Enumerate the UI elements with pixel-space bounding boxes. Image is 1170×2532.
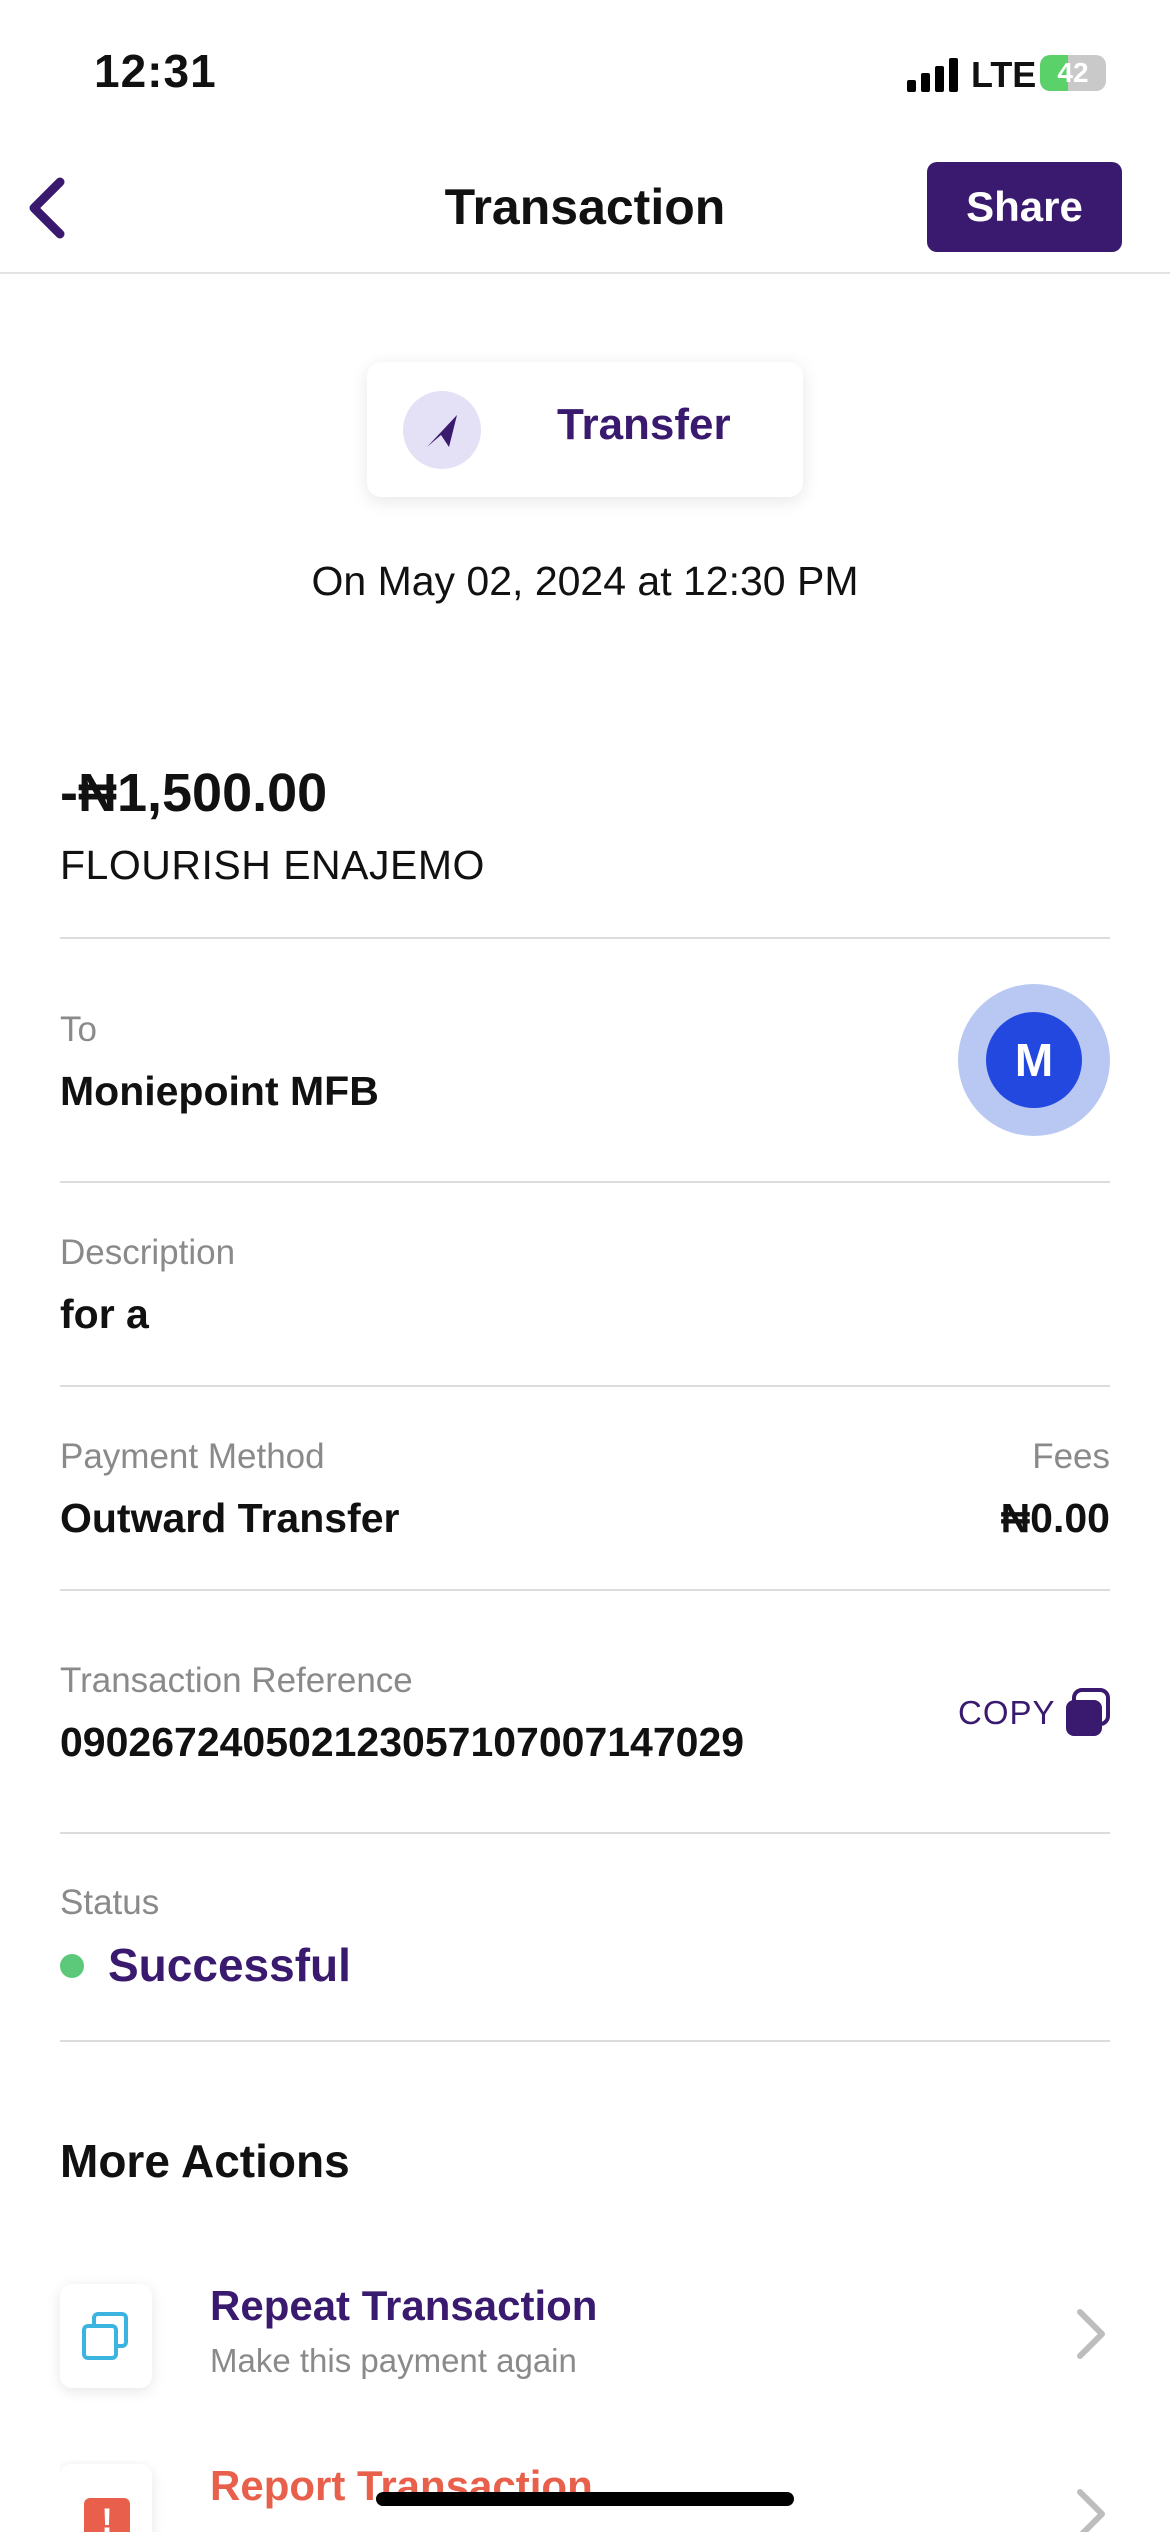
divider: [60, 1385, 1110, 1387]
reference-label: Transaction Reference: [60, 1661, 413, 1700]
bank-avatar-letter: M: [986, 1012, 1082, 1108]
home-indicator: [376, 2492, 794, 2506]
network-type: LTE: [971, 54, 1037, 95]
counterparty-name: FLOURISH ENAJEMO: [60, 842, 485, 888]
status-dot-icon: [60, 1954, 84, 1978]
chevron-right-icon: [1077, 2489, 1105, 2532]
payment-method-label: Payment Method: [60, 1437, 325, 1476]
transaction-type-label: Transfer: [557, 400, 731, 449]
divider: [60, 1181, 1110, 1183]
transaction-amount: -₦1,500.00: [60, 763, 328, 823]
alert-icon: !: [60, 2464, 152, 2532]
reference-value: 090267240502123057107007147029: [60, 1719, 745, 1765]
description-label: Description: [60, 1233, 236, 1272]
repeat-transaction-item[interactable]: Repeat Transaction Make this payment aga…: [60, 2280, 1110, 2400]
fees-value: ₦0.00: [1000, 1495, 1110, 1541]
status-time: 12:31: [94, 45, 217, 97]
repeat-icon: [60, 2284, 152, 2388]
battery-icon: 42: [1040, 55, 1106, 91]
divider: [60, 2040, 1110, 2042]
divider: [60, 937, 1110, 939]
send-arrow-icon: [403, 391, 481, 469]
copy-label: COPY: [958, 1694, 1056, 1731]
battery-percent: 42: [1057, 57, 1089, 88]
transaction-type-card: Transfer: [367, 362, 803, 497]
more-actions-title: More Actions: [60, 2135, 350, 2187]
transaction-date: On May 02, 2024 at 12:30 PM: [311, 558, 859, 604]
copy-reference-button[interactable]: COPY: [958, 1684, 1110, 1740]
fees-label: Fees: [1032, 1437, 1110, 1476]
repeat-transaction-title: Repeat Transaction: [210, 2282, 598, 2329]
bank-avatar: M: [958, 984, 1110, 1136]
status-label: Status: [60, 1883, 160, 1922]
payment-method-value: Outward Transfer: [60, 1495, 400, 1541]
copy-icon: [1066, 1688, 1110, 1736]
divider: [60, 1589, 1110, 1591]
signal-icon: [907, 58, 959, 92]
share-button[interactable]: Share: [927, 162, 1122, 252]
to-value: Moniepoint MFB: [60, 1068, 379, 1114]
repeat-transaction-subtitle: Make this payment again: [210, 2342, 577, 2379]
status-value: Successful: [108, 1939, 351, 1991]
description-value: for a: [60, 1291, 149, 1337]
header-divider: [0, 272, 1170, 274]
chevron-right-icon: [1077, 2309, 1105, 2359]
divider: [60, 1832, 1110, 1834]
to-label: To: [60, 1010, 97, 1049]
